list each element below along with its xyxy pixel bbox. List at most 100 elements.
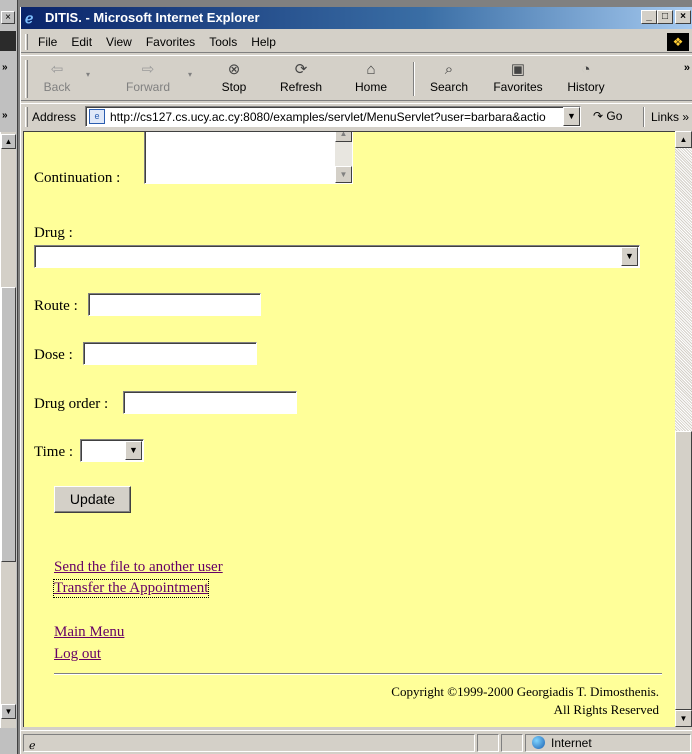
home-button[interactable]: ⌂ Home xyxy=(349,60,393,98)
status-pane xyxy=(501,734,523,752)
forward-label: Forward xyxy=(125,80,170,94)
copyright-line2: All Rights Reserved xyxy=(553,702,659,717)
toolbar-separator xyxy=(643,107,645,127)
dose-input[interactable] xyxy=(83,342,257,365)
menu-favorites[interactable]: Favorites xyxy=(146,35,195,49)
scroll-track[interactable] xyxy=(675,148,692,431)
history-button[interactable]: ◔ History xyxy=(561,60,611,98)
chevron-icon[interactable]: » xyxy=(2,62,8,73)
scroll-thumb[interactable] xyxy=(1,287,16,562)
minimize-button[interactable]: _ xyxy=(641,10,657,24)
menu-view[interactable]: View xyxy=(106,35,132,49)
go-button[interactable]: ↷ Go xyxy=(593,109,622,123)
background-scrollbar[interactable]: ▲ ▼ xyxy=(0,132,16,728)
scroll-up-icon[interactable]: ▲ xyxy=(335,132,352,142)
address-url[interactable]: http://cs127.cs.ucy.ac.cy:8080/examples/… xyxy=(110,110,560,124)
status-pane xyxy=(477,734,499,752)
background-window-edge: × » » ▲ ▼ xyxy=(0,0,18,754)
page-status-icon: ℯ xyxy=(29,740,36,752)
toolbar-grip[interactable] xyxy=(25,60,28,98)
links-label: Links xyxy=(651,110,680,124)
page-content: Continuation : ▲ ▼ Drug : ▼ Route : Dose… xyxy=(23,131,675,727)
stop-label: Stop xyxy=(221,80,247,94)
continuation-label: Continuation : xyxy=(34,170,121,186)
maximize-button[interactable]: □ xyxy=(657,10,673,24)
close-icon[interactable]: × xyxy=(1,11,15,24)
home-label: Home xyxy=(354,80,387,94)
go-label: Go xyxy=(606,109,623,123)
zone-pane: Internet xyxy=(525,734,691,752)
ie-logo-icon: ℯ xyxy=(25,10,34,26)
favorites-button[interactable]: ▣ Favorites xyxy=(489,60,547,98)
menu-bar: File Edit View Favorites Tools Help ❖ xyxy=(21,31,692,53)
refresh-label: Refresh xyxy=(279,80,323,94)
route-input[interactable] xyxy=(88,293,261,316)
forward-button[interactable]: ⇨ Forward xyxy=(119,60,177,98)
stop-button[interactable]: ⊗ Stop xyxy=(213,60,255,98)
page-scrollbar[interactable]: ▲ ▼ xyxy=(675,131,692,727)
more-buttons-chevron-icon[interactable]: » xyxy=(684,62,690,74)
time-label: Time : xyxy=(34,444,74,460)
address-label: Address xyxy=(32,110,77,124)
refresh-icon: ⟳ xyxy=(294,61,308,78)
search-label: Search xyxy=(429,80,469,94)
textarea-scrollbar[interactable]: ▲ ▼ xyxy=(335,132,352,183)
toolbar-separator xyxy=(413,62,415,96)
scroll-up-icon[interactable]: ▲ xyxy=(675,131,692,148)
address-input[interactable]: e http://cs127.cs.ucy.ac.cy:8080/example… xyxy=(85,106,581,127)
chevron-down-icon[interactable]: ▼ xyxy=(621,247,638,266)
back-label: Back xyxy=(43,80,71,94)
search-icon: ⌕ xyxy=(444,61,454,78)
drug-select[interactable]: ▼ xyxy=(34,245,640,268)
browser-window: ℯ DITIS. - Microsoft Internet Explorer _… xyxy=(20,7,692,754)
window-title: DITIS. - Microsoft Internet Explorer xyxy=(45,10,260,25)
send-file-link[interactable]: Send the file to another user xyxy=(54,559,223,576)
scroll-up-icon[interactable]: ▲ xyxy=(1,134,16,149)
links-button[interactable]: Links » xyxy=(651,110,689,124)
home-icon: ⌂ xyxy=(366,61,376,78)
favorites-label: Favorites xyxy=(493,80,543,94)
update-button[interactable]: Update xyxy=(54,486,131,513)
transfer-appointment-link[interactable]: Transfer the Appointment xyxy=(52,579,210,598)
drug-order-input[interactable] xyxy=(123,391,297,414)
history-icon: ◔ xyxy=(581,61,591,78)
go-arrow-icon: ↷ xyxy=(593,109,604,123)
favorites-icon: ▣ xyxy=(510,61,526,78)
search-button[interactable]: ⌕ Search xyxy=(425,60,473,98)
back-arrow-icon: ⇦ xyxy=(50,61,64,78)
time-select[interactable]: ▼ xyxy=(80,439,144,462)
windows-logo-icon: ❖ xyxy=(667,33,689,51)
divider xyxy=(54,673,662,675)
logout-link[interactable]: Log out xyxy=(54,646,101,663)
drug-label: Drug : xyxy=(34,225,73,241)
standard-toolbar: ⇦ Back ▾ ⇨ Forward ▾ ⊗ Stop ⟳ Refresh ⌂ … xyxy=(21,55,692,101)
chevron-icon[interactable]: » xyxy=(2,110,8,121)
address-dropdown-icon[interactable]: ▼ xyxy=(563,107,580,126)
address-bar: Address e http://cs127.cs.ucy.ac.cy:8080… xyxy=(21,103,692,129)
scroll-thumb[interactable] xyxy=(675,431,692,710)
refresh-button[interactable]: ⟳ Refresh xyxy=(275,60,327,98)
close-button[interactable]: × xyxy=(675,10,691,24)
drug-order-label: Drug order : xyxy=(34,396,109,412)
scroll-down-icon[interactable]: ▼ xyxy=(1,704,16,719)
internet-zone-globe-icon xyxy=(532,736,545,749)
continuation-textarea[interactable]: ▲ ▼ xyxy=(144,132,353,184)
status-text-pane: ℯ xyxy=(23,734,475,752)
back-button[interactable]: ⇦ Back xyxy=(35,60,79,98)
menu-help[interactable]: Help xyxy=(251,35,276,49)
status-bar: ℯ Internet xyxy=(21,730,692,754)
scroll-down-icon[interactable]: ▼ xyxy=(675,710,692,727)
main-menu-link[interactable]: Main Menu xyxy=(54,624,124,641)
menu-tools[interactable]: Tools xyxy=(209,35,237,49)
forward-arrow-icon: ⇨ xyxy=(141,61,155,78)
zone-label: Internet xyxy=(551,736,592,750)
chevron-down-icon[interactable]: ▼ xyxy=(125,441,142,460)
menu-edit[interactable]: Edit xyxy=(71,35,92,49)
dose-label: Dose : xyxy=(34,347,73,363)
toolbar-grip[interactable] xyxy=(25,34,28,50)
toolbar-grip[interactable] xyxy=(25,107,28,127)
route-label: Route : xyxy=(34,298,78,314)
scroll-down-icon[interactable]: ▼ xyxy=(335,166,352,183)
menu-file[interactable]: File xyxy=(38,35,57,49)
title-bar[interactable]: ℯ DITIS. - Microsoft Internet Explorer _… xyxy=(21,7,692,29)
